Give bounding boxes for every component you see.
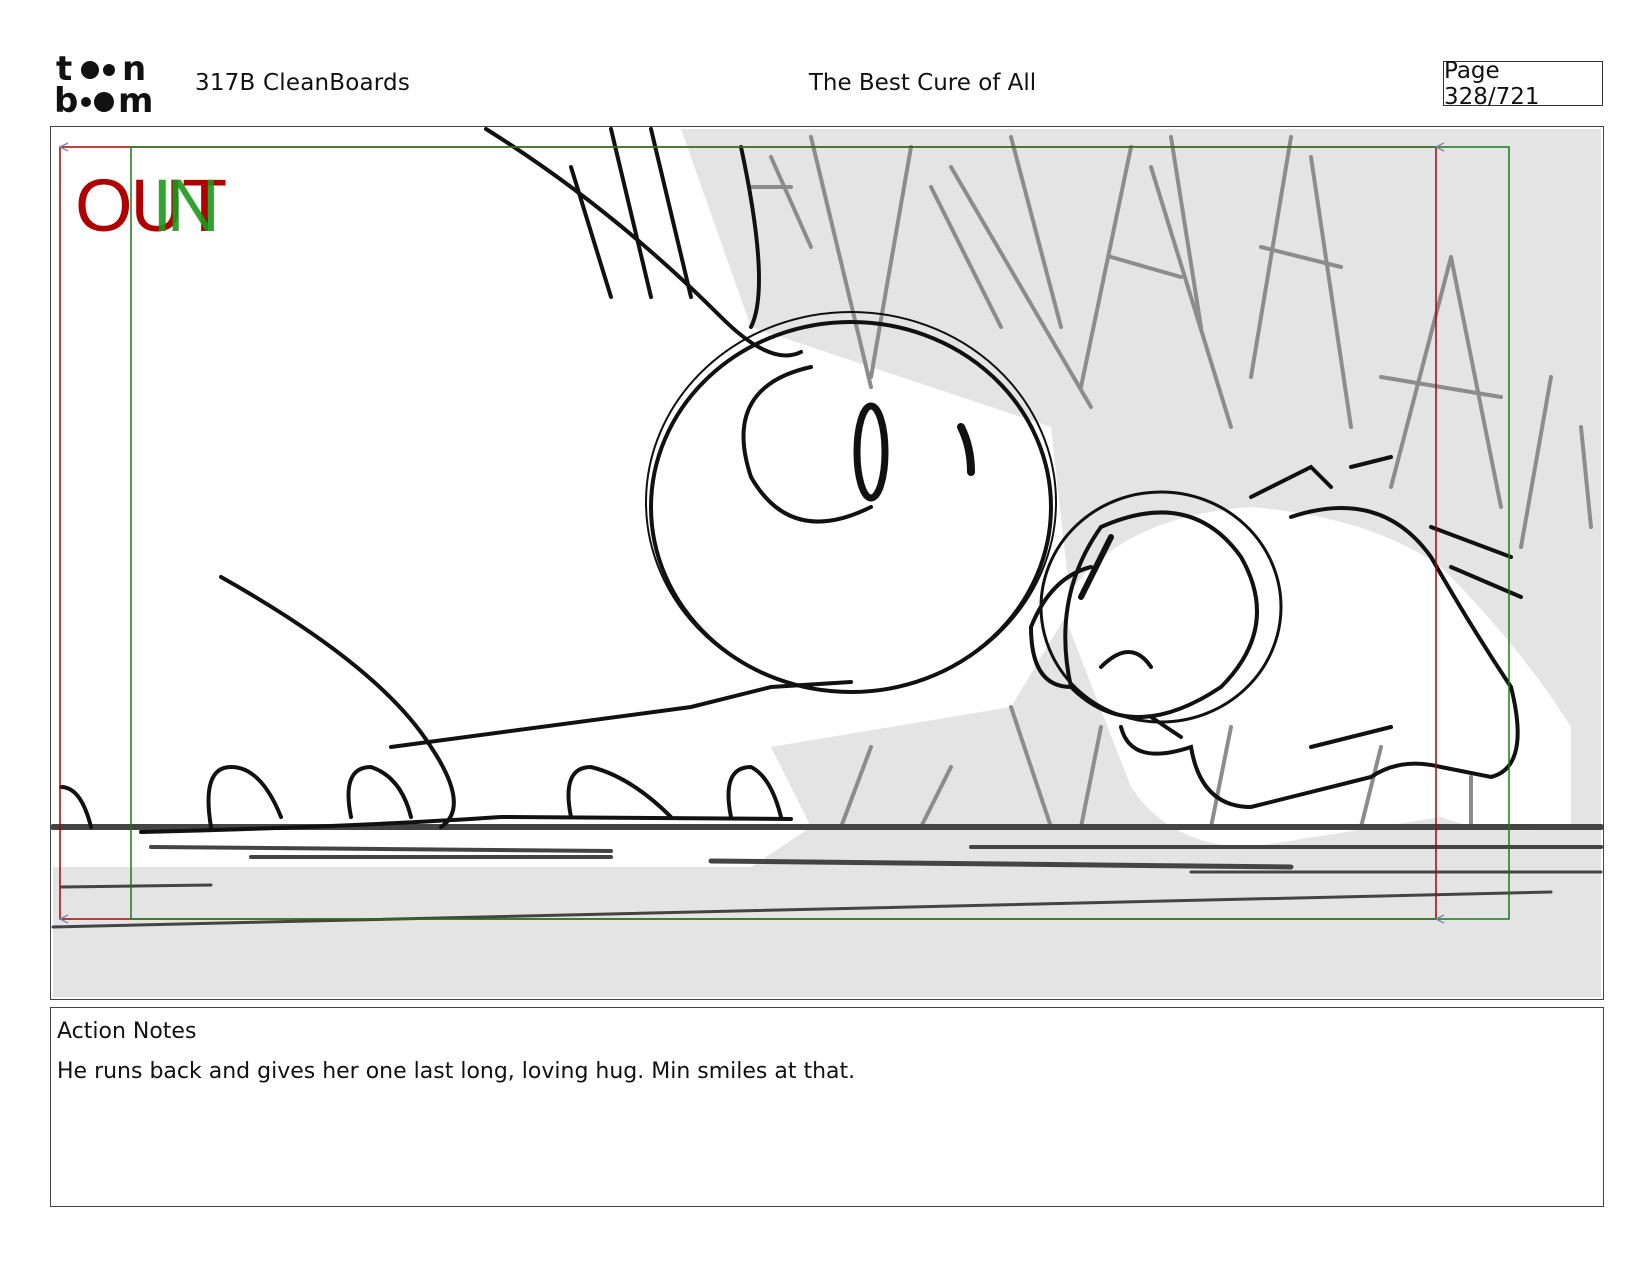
episode-title: The Best Cure of All — [808, 70, 1037, 96]
transition-in-label: IN — [152, 164, 220, 247]
action-notes-title: Action Notes — [57, 1019, 197, 1044]
action-notes-text: He runs back and gives her one last long… — [57, 1059, 856, 1084]
storyboard-panel: OUT IN — [50, 126, 1604, 1000]
panel-drawing — [51, 127, 1603, 997]
page-header: t n b m 317B CleanBoards The Best Cure o… — [0, 0, 1650, 125]
page-indicator: Page 328/721 — [1443, 58, 1603, 110]
action-notes-box: Action Notes He runs back and gives her … — [50, 1007, 1604, 1207]
